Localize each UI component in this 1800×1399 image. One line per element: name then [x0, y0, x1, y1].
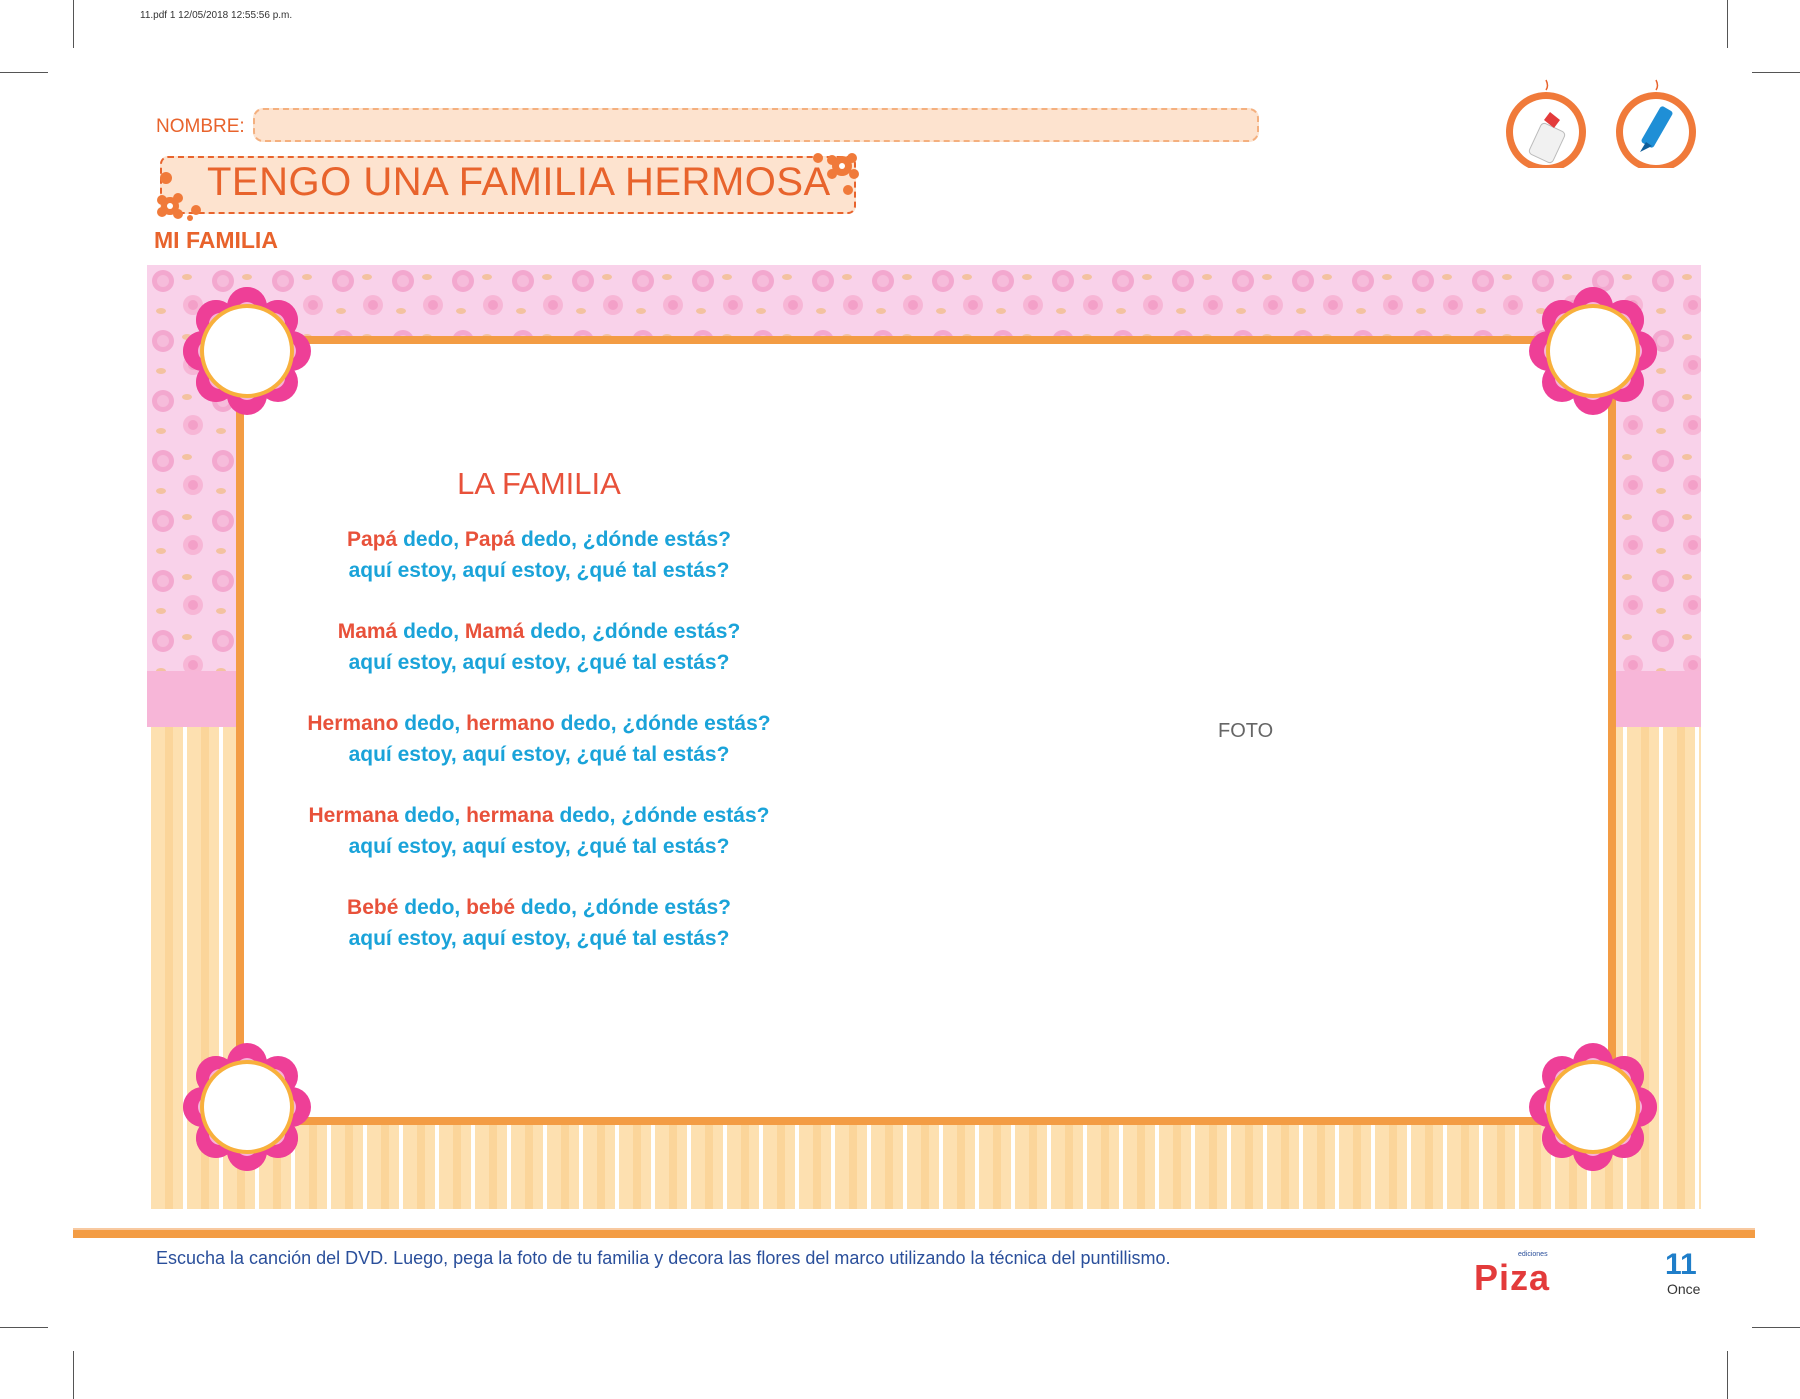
crop-mark	[1752, 72, 1800, 73]
poem-word: dedo, ¿dónde estás?	[524, 620, 741, 643]
poem-family-member: Hermano	[307, 712, 399, 735]
crop-mark	[73, 0, 74, 48]
poem-line-question: Hermana dedo, hermana dedo, ¿dónde estás…	[274, 800, 804, 831]
marker-icon	[1616, 79, 1696, 168]
poem-stanza: Hermano dedo, hermano dedo, ¿dónde estás…	[274, 708, 804, 770]
poem-word: dedo,	[397, 528, 465, 551]
poem: LA FAMILIA Papá dedo, Papá dedo, ¿dónde …	[274, 466, 804, 984]
poem-stanza: Mamá dedo, Mamá dedo, ¿dónde estás? aquí …	[274, 616, 804, 678]
poem-family-member: Papá	[464, 528, 516, 551]
poem-line-answer: aquí estoy, aquí estoy, ¿qué tal estás?	[348, 835, 730, 858]
crop-mark	[1727, 0, 1728, 48]
page-title: TENGO UNA FAMILIA HERMOSA	[207, 160, 831, 204]
glue-icon	[1506, 79, 1586, 168]
poem-family-member: hermana	[466, 804, 554, 827]
poem-line-question: Hermano dedo, hermano dedo, ¿dónde estás…	[274, 708, 804, 739]
crop-mark	[0, 1327, 48, 1328]
flower-cluster-icon	[157, 172, 201, 221]
poem-family-member: Papá	[347, 528, 398, 551]
crop-mark	[1727, 1351, 1728, 1399]
poem-stanza: Hermana dedo, hermana dedo, ¿dónde estás…	[274, 800, 804, 862]
crop-mark	[1752, 1327, 1800, 1328]
poem-word: dedo,	[398, 804, 467, 827]
poem-family-member: Hermana	[308, 804, 399, 827]
crop-mark	[0, 72, 48, 73]
footer-divider	[73, 1228, 1755, 1238]
poem-family-member: bebé	[466, 896, 516, 919]
instruction-text: Escucha la canción del DVD. Luego, pega …	[156, 1248, 1171, 1268]
poem-stanza: Papá dedo, Papá dedo, ¿dónde estás? aquí …	[274, 524, 804, 586]
poem-line-answer: aquí estoy, aquí estoy, ¿qué tal estás?	[348, 927, 730, 950]
poem-word: dedo,	[398, 896, 467, 919]
poem-line-answer: aquí estoy, aquí estoy, ¿qué tal estás?	[348, 559, 730, 582]
poem-line-question: Bebé dedo, bebé dedo, ¿dónde estás?	[274, 892, 804, 923]
print-header: 11.pdf 1 12/05/2018 12:55:56 p.m.	[140, 10, 293, 21]
poem-word: dedo, ¿dónde estás?	[553, 804, 770, 827]
poem-line-question: Papá dedo, Papá dedo, ¿dónde estás?	[274, 524, 804, 555]
poem-word: dedo, ¿dónde estás?	[515, 896, 731, 919]
poem-word: dedo,	[398, 712, 467, 735]
poem-family-member: Mamá	[337, 620, 398, 643]
page-number: 11	[1665, 1248, 1697, 1281]
poem-family-member: Bebé	[347, 896, 399, 919]
poem-line-question: Mamá dedo, Mamá dedo, ¿dónde estás?	[274, 616, 804, 647]
publisher-logo: ediciones Piza	[1474, 1251, 1564, 1299]
poem-word: dedo, ¿dónde estás?	[554, 712, 771, 735]
poem-title: LA FAMILIA	[457, 466, 621, 501]
poem-word: dedo,	[397, 620, 465, 643]
nombre-label: NOMBRE:	[156, 116, 245, 137]
page-number-word: Once	[1667, 1281, 1701, 1297]
nombre-field[interactable]	[253, 108, 1259, 142]
poem-family-member: hermano	[466, 712, 555, 735]
crop-mark	[73, 1351, 74, 1399]
poem-line-answer: aquí estoy, aquí estoy, ¿qué tal estás?	[348, 651, 730, 674]
poem-stanza: Bebé dedo, bebé dedo, ¿dónde estás? aquí …	[274, 892, 804, 954]
photo-placeholder-label: FOTO	[1218, 720, 1274, 742]
poem-line-answer: aquí estoy, aquí estoy, ¿qué tal estás?	[348, 743, 730, 766]
publisher-name: Piza	[1474, 1257, 1551, 1298]
section-subtitle: MI FAMILIA	[154, 227, 278, 253]
poem-family-member: Mamá	[464, 620, 525, 643]
poem-word: dedo, ¿dónde estás?	[515, 528, 731, 551]
